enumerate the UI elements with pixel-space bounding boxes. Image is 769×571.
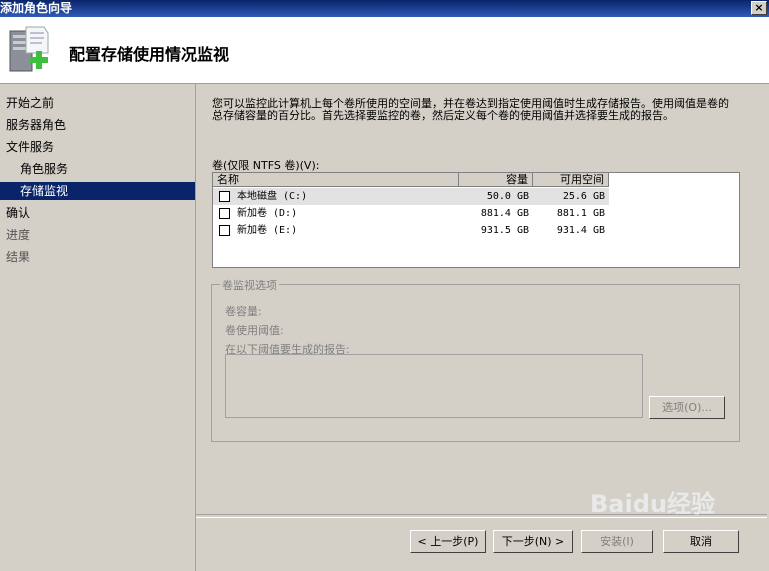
reports-list	[225, 354, 643, 418]
server-add-icon	[9, 26, 49, 72]
volumes-list[interactable]: 名称 容量 可用空间 本地磁盘 (C:) 50.0 GB 25.6 GB 新加卷…	[212, 172, 740, 268]
volume-checkbox[interactable]	[219, 191, 230, 202]
close-button[interactable]: ×	[751, 1, 767, 15]
volume-checkbox[interactable]	[219, 225, 230, 236]
wizard-sidebar: 开始之前 服务器角色 文件服务 角色服务 存储监视 确认 进度 结果	[0, 84, 196, 571]
column-capacity[interactable]: 容量	[459, 173, 533, 187]
volume-free-space: 25.6 GB	[562, 191, 605, 202]
volume-checkbox[interactable]	[219, 208, 230, 219]
volume-free-space: 881.1 GB	[556, 208, 605, 219]
window-title: 添加角色向导	[0, 1, 73, 15]
wizard-header: 配置存储使用情况监视	[0, 17, 769, 84]
page-title: 配置存储使用情况监视	[69, 45, 230, 64]
sidebar-item-role-services[interactable]: 角色服务	[20, 160, 68, 178]
sidebar-item-before-you-begin[interactable]: 开始之前	[6, 94, 54, 112]
baidu-watermark: Baidu经验	[590, 490, 715, 518]
sidebar-item-file-services[interactable]: 文件服务	[6, 138, 54, 156]
column-free-space[interactable]: 可用空间	[533, 173, 609, 187]
back-button[interactable]: < 上一步(P)	[410, 530, 486, 553]
threshold-label: 卷使用阈值:	[225, 324, 284, 337]
group-legend: 卷监视选项	[220, 277, 279, 293]
capacity-label: 卷容量:	[225, 305, 262, 318]
volume-capacity: 50.0 GB	[486, 191, 529, 202]
volume-monitoring-options-group: 卷监视选项 卷容量: 卷使用阈值: 在以下阈值要生成的报告: 选项(O)...	[211, 277, 740, 442]
sidebar-item-results: 结果	[6, 250, 31, 264]
volume-name: 新加卷 (D:)	[237, 208, 298, 219]
title-bar: 添加角色向导 ×	[0, 0, 769, 17]
next-button[interactable]: 下一步(N) >	[493, 530, 573, 553]
volume-name: 新加卷 (E:)	[237, 225, 298, 236]
sidebar-item-server-roles[interactable]: 服务器角色	[6, 116, 66, 134]
table-row[interactable]: 新加卷 (E:) 931.5 GB 931.4 GB	[213, 222, 609, 239]
volume-capacity: 931.5 GB	[480, 225, 529, 236]
column-name[interactable]: 名称	[213, 173, 459, 187]
list-header: 名称 容量 可用空间	[213, 173, 739, 188]
table-row[interactable]: 本地磁盘 (C:) 50.0 GB 25.6 GB	[213, 188, 609, 205]
sidebar-item-confirmation[interactable]: 确认	[6, 204, 30, 222]
table-row[interactable]: 新加卷 (D:) 881.4 GB 881.1 GB	[213, 205, 609, 222]
volume-free-space: 931.4 GB	[556, 225, 605, 236]
volume-name: 本地磁盘 (C:)	[237, 191, 308, 202]
volumes-label: 卷(仅限 NTFS 卷)(V):	[212, 159, 320, 172]
options-button: 选项(O)...	[649, 396, 725, 419]
sidebar-item-storage-monitoring[interactable]: 存储监视	[0, 182, 195, 200]
volume-capacity: 881.4 GB	[480, 208, 529, 219]
sidebar-item-progress: 进度	[6, 228, 31, 242]
description-text: 您可以监控此计算机上每个卷所使用的空间量，并在卷达到指定使用阈值时生成存储报告。…	[212, 97, 729, 122]
